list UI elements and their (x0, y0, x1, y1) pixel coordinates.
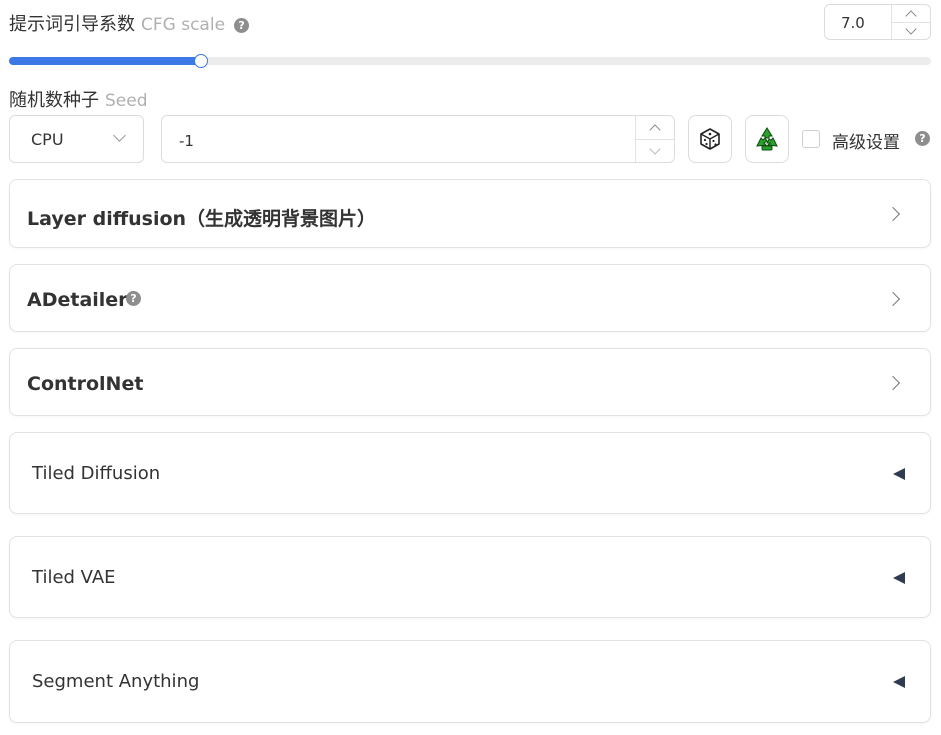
help-icon[interactable]: ? (234, 18, 250, 33)
cfg-number-input[interactable]: 7.0 (824, 4, 931, 40)
chevron-right-icon (885, 375, 901, 391)
advanced-settings-checkbox[interactable] (802, 130, 820, 148)
panel-tiled-vae[interactable]: Tiled VAE (9, 536, 931, 618)
chevron-down-icon (113, 129, 126, 142)
cfg-slider-fill (9, 57, 201, 65)
help-icon[interactable]: ? (126, 291, 141, 306)
chevron-up-icon (649, 123, 661, 136)
chevron-down-icon (649, 142, 661, 155)
cfg-label-en: CFG scale (141, 15, 226, 35)
panel-controlnet[interactable]: ControlNet (9, 348, 931, 416)
panel-title: Segment Anything (32, 671, 200, 692)
device-select-value: CPU (31, 130, 64, 149)
chevron-right-icon (885, 206, 901, 222)
seed-stepper[interactable] (635, 116, 674, 162)
collapse-triangle-icon (893, 572, 905, 584)
seed-label: 随机数种子 Seed (9, 86, 148, 112)
panel-title: ControlNet (27, 373, 144, 395)
seed-label-text: 随机数种子 (9, 90, 99, 111)
panel-layer-diffusion[interactable]: Layer diffusion（生成透明背景图片） (9, 179, 931, 248)
dice-icon (700, 128, 720, 150)
panel-title: Layer diffusion（生成透明背景图片） (27, 208, 377, 230)
seed-decrement-button[interactable] (636, 139, 674, 162)
seed-input[interactable]: -1 (161, 115, 675, 163)
cfg-label: 提示词引导系数 CFG scale ? (9, 10, 250, 36)
chevron-up-icon (905, 9, 917, 22)
panel-title: Tiled VAE (32, 567, 116, 588)
cfg-stepper[interactable] (891, 5, 930, 39)
panel-tiled-diffusion[interactable]: Tiled Diffusion (9, 432, 931, 514)
chevron-right-icon (885, 291, 901, 307)
seed-label-en: Seed (105, 91, 148, 111)
seed-increment-button[interactable] (636, 116, 674, 140)
panel-title: ADetailer (27, 289, 128, 311)
cfg-slider-thumb[interactable] (193, 54, 208, 68)
cfg-value[interactable]: 7.0 (841, 14, 865, 32)
advanced-settings-label[interactable]: 高级设置 (832, 128, 900, 153)
panel-adetailer[interactable]: ADetailer ? (9, 264, 931, 332)
collapse-triangle-icon (893, 676, 905, 688)
recycle-icon (756, 127, 778, 151)
device-select[interactable]: CPU (9, 115, 144, 163)
collapse-triangle-icon (893, 468, 905, 480)
reuse-seed-button[interactable] (745, 115, 789, 163)
help-icon[interactable]: ? (915, 131, 930, 146)
cfg-decrement-button[interactable] (892, 22, 930, 39)
cfg-label-text: 提示词引导系数 (9, 14, 135, 35)
chevron-down-icon (905, 22, 917, 35)
panel-segment-anything[interactable]: Segment Anything (9, 640, 931, 723)
seed-value[interactable]: -1 (179, 132, 194, 150)
random-seed-button[interactable] (688, 115, 732, 163)
cfg-increment-button[interactable] (892, 5, 930, 23)
panel-title: Tiled Diffusion (32, 463, 161, 484)
